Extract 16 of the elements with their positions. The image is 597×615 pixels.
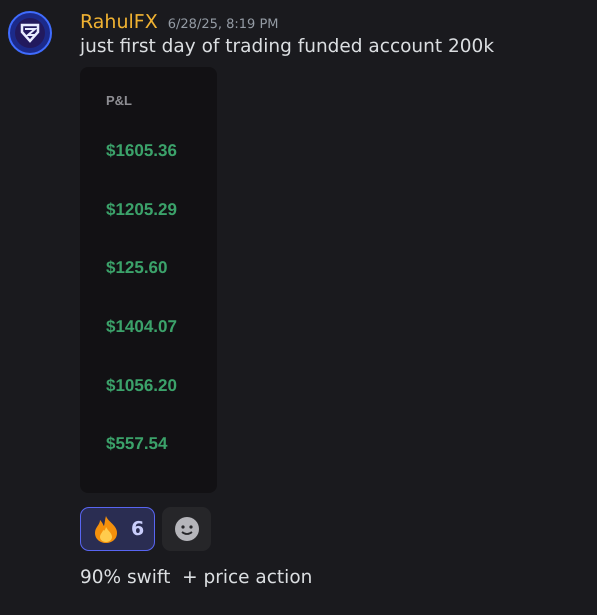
pnl-image[interactable]: P&L $1605.36 $1205.29 $125.60 $1404.07 $1056.20 $557.54 (80, 67, 217, 493)
column-header: P&L (106, 93, 133, 108)
pnl-value: $1605.36 (106, 141, 178, 162)
reaction-button[interactable]: 6 (80, 507, 156, 551)
pnl-value: $125.60 (106, 258, 168, 280)
message-text: just first day of trading funded account 200k (80, 36, 494, 57)
pnl-value: $1056.20 (106, 376, 178, 397)
pnl-value: $557.54 (106, 434, 168, 456)
message-text: 90% swift + price action (80, 567, 314, 588)
author-name[interactable]: RahulFX (80, 11, 158, 33)
pnl-value: $1205.29 (106, 200, 178, 221)
add-reaction-button[interactable] (162, 507, 212, 551)
pnl-value: $1404.07 (106, 317, 178, 338)
timestamp: 6/28/25, 8:19 PM (168, 17, 279, 32)
avatar-icon[interactable] (8, 10, 52, 56)
smiley-icon (174, 516, 200, 542)
